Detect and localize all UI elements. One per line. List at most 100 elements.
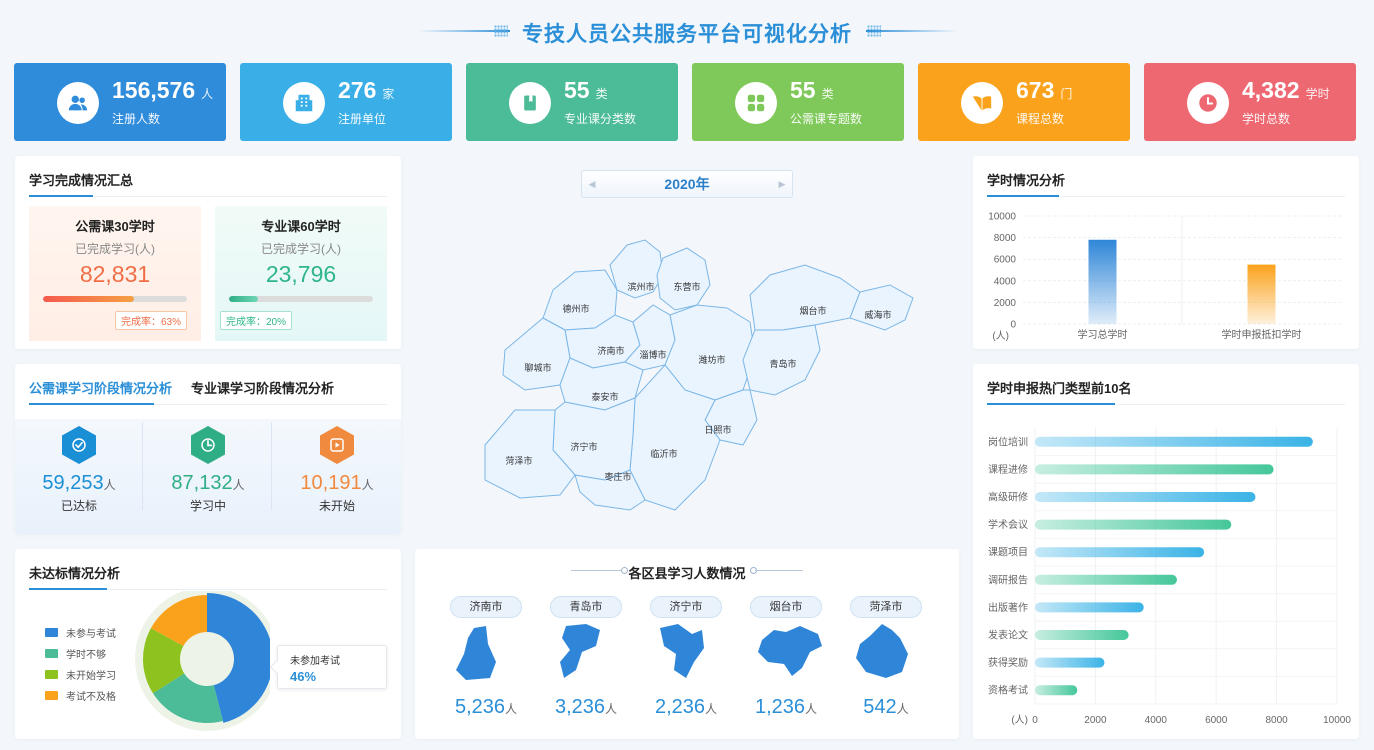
- district-city-pill[interactable]: 烟台市: [750, 596, 822, 618]
- donut-legend-item[interactable]: 学时不够: [45, 646, 106, 661]
- stat-number: 55: [790, 77, 816, 103]
- users-icon: [57, 82, 99, 124]
- stage-unit: 人: [361, 478, 374, 492]
- district-city-pill[interactable]: 济南市: [450, 596, 522, 618]
- district-value: 1,236人: [736, 696, 836, 719]
- top10-y-tick: 课程进修: [988, 463, 1028, 476]
- district-title-right-line: [755, 570, 803, 571]
- stage-unit: 人: [103, 478, 116, 492]
- top10-bar[interactable]: [1035, 602, 1144, 613]
- completion-card-sub: 已完成学习(人): [75, 242, 155, 256]
- top10-x-tick: 6000: [1205, 715, 1228, 726]
- top10-x-tick: 2000: [1084, 715, 1107, 726]
- map-region-yantai: [749, 264, 861, 331]
- map-city-label: 临沂市: [650, 448, 677, 459]
- top10-bar[interactable]: [1035, 574, 1177, 585]
- completion-progress-fill: [43, 296, 134, 302]
- district-city-shape: [758, 626, 822, 676]
- completion-card-sub: 已完成学习(人): [261, 242, 341, 256]
- completion-card-value: 23,796: [265, 261, 337, 287]
- district-unit: 人: [805, 702, 818, 716]
- tab-professional-course-stage[interactable]: 专业课学习阶段情况分析: [191, 378, 334, 397]
- top10-bar[interactable]: [1035, 436, 1313, 447]
- top10-x-tick: 0: [1032, 715, 1038, 726]
- completion-card-title: 专业课60学时: [261, 219, 341, 234]
- year-prev-icon[interactable]: ◀: [585, 171, 599, 197]
- district-number: 1,236: [754, 696, 806, 718]
- year-selector[interactable]: ◀ 2020年 ▶: [581, 170, 793, 198]
- hours-y-tick: 10000: [988, 212, 1016, 223]
- top10-bar[interactable]: [1035, 685, 1078, 696]
- badge-check-icon: [62, 426, 96, 464]
- district-city-shape: [560, 624, 600, 678]
- map-city-label: 威海市: [864, 309, 891, 320]
- legend-label: 未参与考试: [66, 629, 116, 640]
- completion-card-title: 公需课30学时: [75, 219, 155, 234]
- stage-value: 59,253人: [15, 472, 143, 495]
- stage-label: 学习中: [189, 499, 226, 513]
- title-bar: 专技人员公共服务平台可视化分析: [0, 0, 1374, 60]
- province-map: 滨州市 东营市德州市 烟台市 威海市济南市 淄博市 潍坊市 青岛市 聊城市泰安市日照市济宁市临…: [484, 239, 914, 511]
- top10-bar[interactable]: [1035, 492, 1256, 502]
- unmet-panel: 未达标情况分析 未参与考试 学时不够 未开始学习 考试不及格 未参加考试 46%: [15, 549, 401, 739]
- district-city-outline: [560, 624, 600, 678]
- map-city-label: 聊城市: [524, 362, 551, 373]
- stat-value: 673 门: [1016, 77, 1072, 104]
- stat-card: 55 类公需课专题数: [692, 63, 904, 141]
- stat-label: 课程总数: [1016, 112, 1065, 126]
- top10-bar[interactable]: [1035, 519, 1232, 530]
- tab-public-course-stage[interactable]: 公需课学习阶段情况分析: [29, 378, 172, 397]
- district-city-pill[interactable]: 菏泽市: [850, 596, 922, 618]
- top10-y-tick: 出版著作: [988, 601, 1028, 614]
- map-city-label: 济宁市: [570, 441, 597, 452]
- district-unit: 人: [605, 702, 618, 716]
- stat-card: 4,382 学时 学时总数: [1144, 63, 1356, 141]
- year-next-icon[interactable]: ▶: [775, 171, 789, 197]
- legend-label: 未开始学习: [66, 671, 116, 682]
- map-city-label: 东营市: [673, 281, 700, 292]
- play-icon: [320, 426, 354, 464]
- stat-unit: 家: [382, 87, 395, 101]
- top10-bar[interactable]: [1035, 464, 1274, 475]
- top10-y-tick: 学术会议: [988, 518, 1028, 531]
- stat-label: 注册单位: [338, 112, 387, 126]
- completion-panel: 学习完成情况汇总 公需课30学时 已完成学习(人) 82,831 完成率：63% 专业课…: [15, 156, 401, 349]
- completion-rate-badge: 完成率：63%: [114, 311, 187, 330]
- top10-bar[interactable]: [1035, 657, 1105, 668]
- top10-y-tick: 课题项目: [988, 547, 1028, 559]
- hours-x-tick: 学习总学时: [1078, 328, 1128, 341]
- district-number: 5,236: [454, 696, 506, 718]
- top10-y-tick: 调研报告: [988, 573, 1028, 586]
- hours-bar[interactable]: [1247, 264, 1276, 324]
- top10-y-tick: 岗位培训: [988, 435, 1028, 448]
- tooltip-arrow: [269, 659, 285, 675]
- district-city-pill[interactable]: 济宁市: [650, 596, 722, 618]
- top10-y-tick: 发表论文: [988, 629, 1028, 642]
- book-icon: [509, 82, 551, 124]
- top10-bar[interactable]: [1035, 630, 1129, 640]
- stage-divider: [142, 422, 143, 510]
- stage-item: 87,132人 学习中: [144, 422, 272, 514]
- donut-legend-item[interactable]: 未参与考试: [45, 625, 116, 640]
- legend-label: 学时不够: [66, 650, 106, 661]
- map-city-label: 滨州市: [627, 281, 654, 292]
- district-city-outline: [660, 624, 704, 678]
- completion-progress-fill: [229, 296, 258, 302]
- stat-label: 学时总数: [1242, 112, 1291, 126]
- donut-legend-item[interactable]: 考试不及格: [45, 688, 116, 703]
- stat-card: 156,576 人注册人数: [14, 63, 226, 141]
- district-city-outline: [856, 624, 908, 678]
- district-city-shape: [456, 626, 496, 680]
- district-value: 5,236人: [436, 696, 536, 719]
- district-title: 各区县学习人数情况: [628, 566, 746, 581]
- hours-underline: [987, 195, 1059, 197]
- hours-bar[interactable]: [1088, 239, 1117, 324]
- hours-y-tick: 8000: [994, 233, 1017, 244]
- grid-icon: [735, 82, 777, 124]
- top10-bar[interactable]: [1035, 547, 1205, 558]
- donut-legend-item[interactable]: 未开始学习: [45, 667, 116, 682]
- stat-value: 55 类: [790, 77, 834, 104]
- stat-unit: 人: [201, 87, 214, 101]
- district-unit: 人: [896, 702, 909, 716]
- district-city-pill[interactable]: 青岛市: [550, 596, 622, 618]
